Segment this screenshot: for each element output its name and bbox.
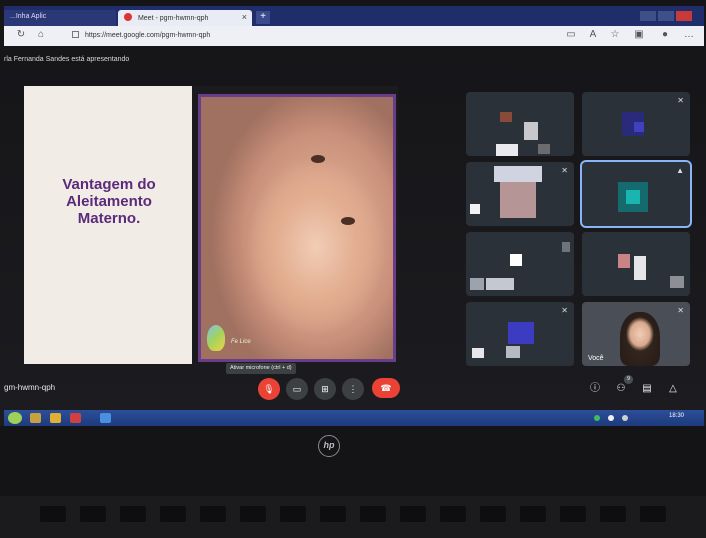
people-count-badge: 9 xyxy=(624,375,633,384)
slide-logo-icon xyxy=(207,325,225,351)
close-tab-icon[interactable]: × xyxy=(242,12,247,22)
address-bar[interactable]: https://meet.google.com/pgm-hwmn-qph xyxy=(72,29,552,43)
participant-tile[interactable]: ✕ xyxy=(466,302,574,366)
self-view-tile[interactable]: ✕ Você xyxy=(582,302,690,366)
favorite-icon[interactable]: ☆ xyxy=(608,29,622,40)
more-vert-icon: ⋮ xyxy=(348,384,358,394)
chrome-icon[interactable] xyxy=(70,413,81,423)
tab-previous[interactable]: ...Inha Aplic xyxy=(4,10,116,26)
microphone-off-button[interactable]: 🎙 xyxy=(258,378,280,400)
participant-tile[interactable]: ✕ xyxy=(466,162,574,226)
mic-off-icon: ✕ xyxy=(677,306,684,315)
keyboard xyxy=(0,496,706,538)
start-button[interactable] xyxy=(8,412,22,424)
baby-eye xyxy=(341,217,355,225)
folder-icon[interactable] xyxy=(50,413,61,423)
laptop-bezel xyxy=(0,426,706,496)
self-video xyxy=(620,312,660,366)
presenter-banner: rla Fernanda Sandes está apresentando xyxy=(4,56,130,63)
slide-logo-text: Fe Lice xyxy=(231,339,251,345)
browser-toolbar: ↻ ⌂ https://meet.google.com/pgm-hwmn-qph… xyxy=(4,26,704,46)
people-button[interactable]: ⚇ xyxy=(614,382,628,396)
edge-icon[interactable] xyxy=(100,413,111,423)
mic-off-icon: ✕ xyxy=(677,96,684,105)
meeting-code: gm-hwmn-qph xyxy=(4,383,56,392)
activities-button[interactable]: △ xyxy=(666,382,680,396)
microphone-tooltip: Ativar microfone (ctrl + d) xyxy=(226,363,296,374)
read-aloud-icon[interactable]: A xyxy=(586,29,600,40)
hp-logo: hp xyxy=(318,435,340,457)
profile-avatar-icon[interactable]: ● xyxy=(658,29,672,40)
file-explorer-icon[interactable] xyxy=(30,413,41,423)
collections-icon[interactable]: ▣ xyxy=(632,29,646,40)
browser-tab-bar: ...Inha Aplic Meet - pgm-hwmn-qph × + xyxy=(4,6,704,26)
slide-title: Vantagem do Aleitamento Materno. xyxy=(62,176,156,227)
mic-off-icon: ✕ xyxy=(561,166,568,175)
network-icon[interactable] xyxy=(608,415,614,421)
camera-button[interactable]: ▭ xyxy=(286,378,308,400)
more-icon[interactable]: … xyxy=(682,29,696,40)
hang-up-icon: ☎ xyxy=(380,383,392,393)
activities-icon: △ xyxy=(669,383,677,394)
tab-label: Meet - pgm-hwmn-qph xyxy=(137,15,209,22)
clock[interactable]: 18:30 xyxy=(669,413,684,419)
mic-off-icon: ✕ xyxy=(561,306,568,315)
photo-of-laptop-screen: ...Inha Aplic Meet - pgm-hwmn-qph × + ↻ … xyxy=(0,0,706,538)
participant-tile[interactable] xyxy=(466,232,574,296)
people-icon: ⚇ xyxy=(616,383,626,394)
reload-icon[interactable]: ↻ xyxy=(14,29,28,40)
present-screen-button[interactable]: ⊞ xyxy=(314,378,336,400)
slide-photo: Fe Lice xyxy=(198,94,396,362)
baby-eye xyxy=(311,155,325,163)
window-controls xyxy=(638,8,698,21)
self-label: Você xyxy=(588,355,604,362)
audio-active-icon: ▲ xyxy=(676,166,684,175)
meeting-info-button[interactable]: ⓘ xyxy=(588,382,602,396)
present-icon: ⊞ xyxy=(321,384,329,394)
tray-status-icon[interactable] xyxy=(594,415,600,421)
slide-title-panel: Vantagem do Aleitamento Materno. xyxy=(24,86,192,364)
windows-taskbar: 18:30 xyxy=(4,410,704,426)
close-window-button[interactable] xyxy=(676,11,692,21)
participant-tile[interactable]: ✕ xyxy=(582,92,690,156)
tab-meet[interactable]: Meet - pgm-hwmn-qph × xyxy=(118,10,252,26)
presentation-area: Vantagem do Aleitamento Materno. Fe Lice xyxy=(24,86,398,364)
info-icon: ⓘ xyxy=(590,383,600,394)
participant-tile[interactable] xyxy=(466,92,574,156)
new-tab-button[interactable]: + xyxy=(256,11,270,24)
participant-tile[interactable] xyxy=(582,232,690,296)
lock-icon xyxy=(72,31,79,38)
leave-call-button[interactable]: ☎ xyxy=(372,378,400,398)
url-text: https://meet.google.com/pgm-hwmn-qph xyxy=(85,32,211,39)
mic-off-icon: 🎙 xyxy=(263,384,275,394)
maximize-button[interactable] xyxy=(658,11,674,21)
minimize-button[interactable] xyxy=(640,11,656,21)
record-icon xyxy=(124,13,132,21)
chat-icon: ▤ xyxy=(642,383,652,394)
tab-label: ...Inha Aplic xyxy=(10,13,47,20)
more-options-button[interactable]: ⋮ xyxy=(342,378,364,400)
participant-tile-active-speaker[interactable]: ▲ xyxy=(580,160,692,228)
camera-indicator-icon[interactable]: ▭ xyxy=(564,29,578,40)
chat-button[interactable]: ▤ xyxy=(640,382,654,396)
camera-icon: ▭ xyxy=(292,384,302,394)
volume-icon[interactable] xyxy=(622,415,628,421)
home-icon[interactable]: ⌂ xyxy=(34,29,48,40)
